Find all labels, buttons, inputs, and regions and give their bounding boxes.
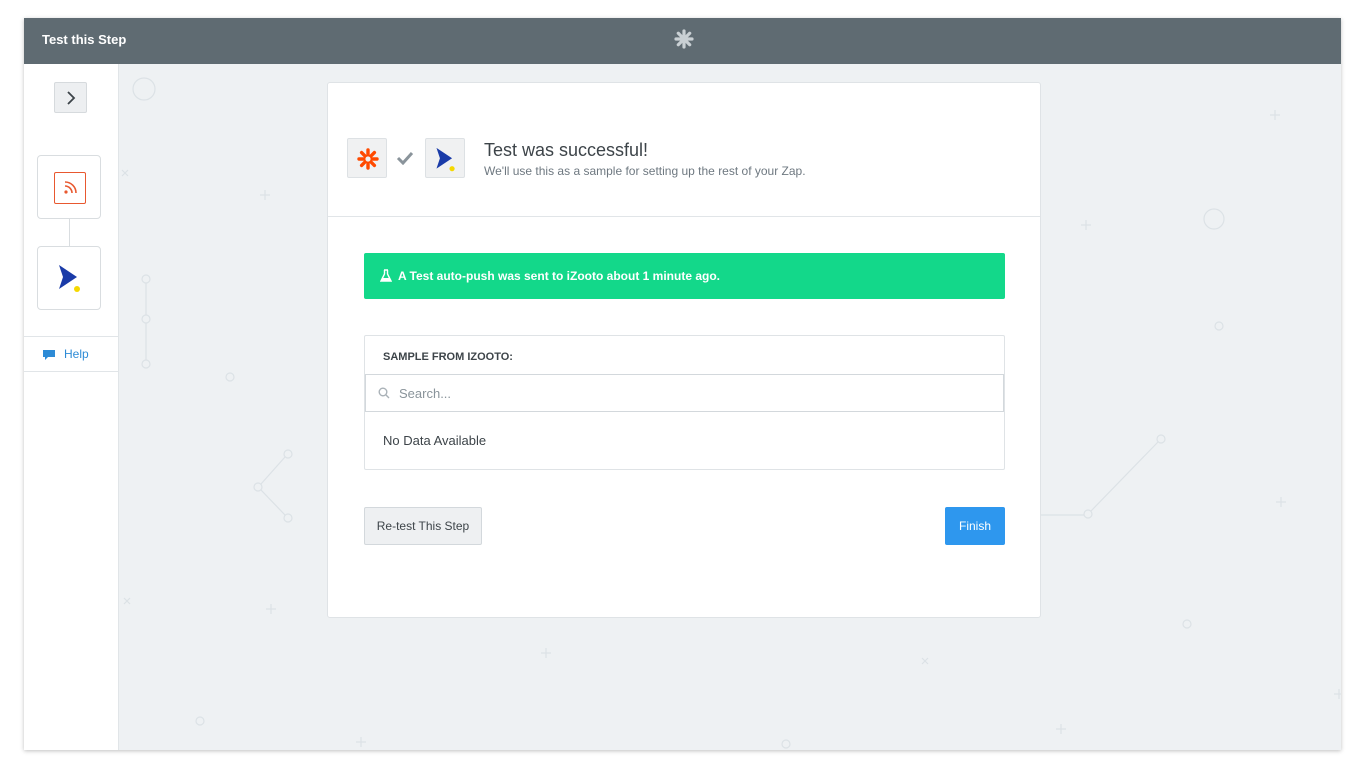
step-rss-card[interactable]	[37, 155, 101, 219]
title-bar: Test this Step	[24, 18, 1341, 64]
zapier-asterisk-icon	[674, 29, 694, 54]
collapse-sidebar-button[interactable]	[54, 82, 87, 113]
success-alert: A Test auto-push was sent to iZooto abou…	[364, 253, 1005, 299]
step-izooto-card[interactable]	[37, 246, 101, 310]
step-connector	[69, 219, 70, 246]
checkmark-icon	[396, 151, 414, 170]
zapier-app-icon	[347, 138, 387, 178]
retest-step-button[interactable]: Re-test This Step	[364, 507, 482, 545]
panel-header: Test was successful! We'll use this as a…	[328, 83, 1040, 217]
rss-icon	[54, 172, 86, 204]
help-link[interactable]: Help	[24, 336, 118, 372]
chevron-right-icon	[67, 91, 76, 105]
empty-state-text: No Data Available	[383, 433, 487, 448]
test-step-window: Test this Step Help Test was successful!…	[24, 18, 1341, 750]
sample-box: SAMPLE FROM IZOOTO: No Data Available	[364, 335, 1005, 470]
sample-title: SAMPLE FROM IZOOTO:	[383, 351, 513, 363]
izooto-chevron-icon	[57, 264, 83, 299]
sidebar: Help	[24, 64, 119, 750]
test-result-panel: Test was successful! We'll use this as a…	[327, 82, 1041, 618]
success-subtitle: We'll use this as a sample for setting u…	[484, 164, 806, 178]
finish-button[interactable]: Finish	[945, 507, 1005, 545]
flask-icon	[380, 269, 392, 282]
alert-text: A Test auto-push was sent to iZooto abou…	[398, 269, 721, 283]
window-title: Test this Step	[42, 32, 127, 47]
search-field	[365, 374, 1004, 412]
search-input[interactable]	[399, 384, 959, 402]
chat-bubble-icon	[43, 350, 55, 360]
izooto-app-icon	[425, 138, 465, 178]
search-icon	[378, 387, 390, 399]
success-title: Test was successful!	[484, 140, 649, 160]
help-label: Help	[64, 347, 89, 361]
